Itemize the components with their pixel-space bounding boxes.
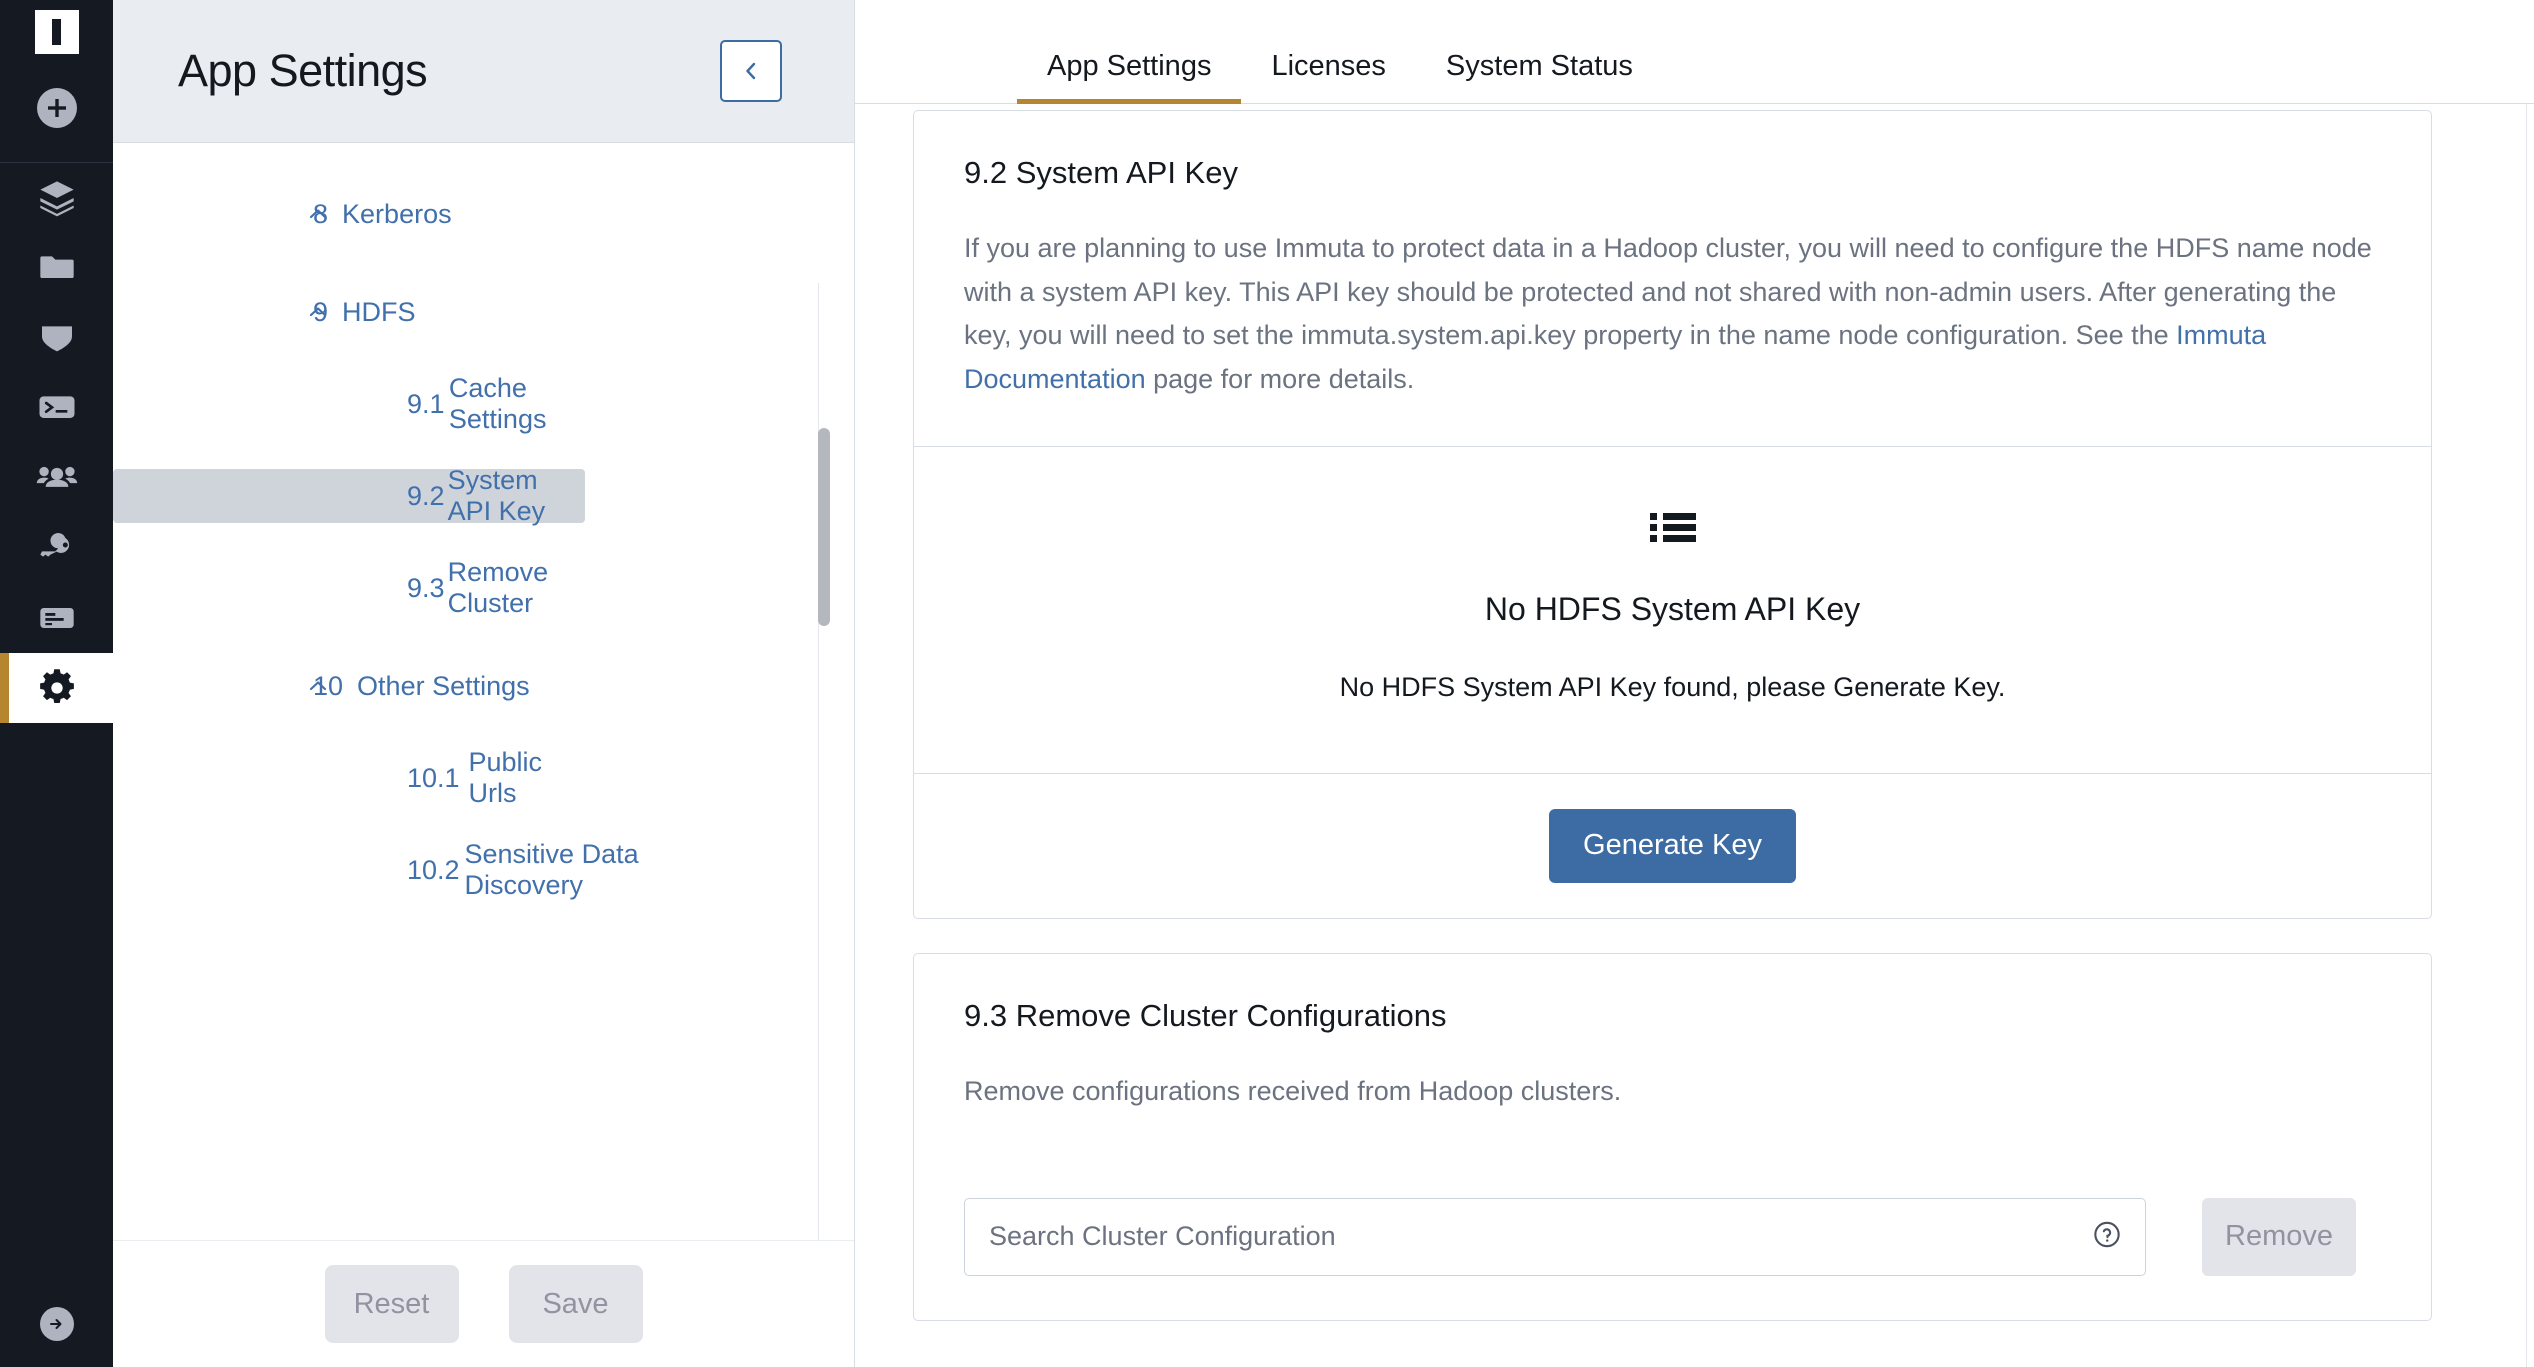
tree-item-label: Kerberos bbox=[342, 198, 452, 229]
settings-panel-header: App Settings bbox=[113, 0, 854, 143]
key-icon bbox=[39, 533, 69, 557]
list-icon bbox=[964, 511, 2381, 545]
tree-item-number: 9.1 bbox=[407, 388, 445, 419]
empty-state-title: No HDFS System API Key bbox=[1484, 590, 1861, 627]
system-api-key-intro: 9.2 System API Key If you are planning t… bbox=[914, 111, 2431, 446]
api-key-empty-state: No HDFS System API Key No HDFS System AP… bbox=[914, 445, 2431, 773]
tree-item-label: Cache Settings bbox=[448, 373, 547, 434]
sidebar-item-query-engine[interactable] bbox=[0, 373, 113, 443]
app-logo-mark bbox=[52, 19, 61, 45]
settings-tree-scrollbar-track[interactable] bbox=[818, 283, 830, 1240]
tree-item-label: Other Settings bbox=[357, 670, 530, 701]
tree-item-hdfs[interactable]: 9 HDFS bbox=[113, 285, 585, 339]
remove-cluster-intro: 9.3 Remove Cluster Configurations Remove… bbox=[914, 954, 2431, 1158]
section-description-9-2: If you are planning to use Immuta to pro… bbox=[964, 227, 2381, 402]
tree-item-kerberos[interactable]: 8 Kerberos bbox=[113, 187, 585, 241]
tree-item-public-urls[interactable]: 10.1 Public Urls bbox=[113, 747, 585, 808]
page-title: App Settings bbox=[178, 45, 428, 96]
settings-tree-scrollbar-thumb[interactable] bbox=[818, 428, 830, 626]
tree-item-label: Remove Cluster bbox=[447, 557, 549, 618]
chevron-up-icon[interactable] bbox=[305, 299, 331, 325]
folder-icon bbox=[39, 256, 74, 278]
tree-item-system-api-key[interactable]: 9.2 System API Key bbox=[113, 465, 585, 526]
settings-tree: 8 Kerberos 9 HDFS 9.1 Cache Settings 9.2… bbox=[113, 143, 854, 1240]
tree-item-label: HDFS bbox=[342, 296, 416, 327]
list-icon-glyph bbox=[1649, 512, 1696, 542]
tree-group-other-settings: 10 Other Settings bbox=[113, 659, 854, 713]
remove-cluster-card: 9.3 Remove Cluster Configurations Remove… bbox=[913, 952, 2432, 1321]
tree-group-hdfs: 9 HDFS bbox=[113, 285, 854, 339]
chevron-left-icon bbox=[746, 62, 756, 80]
empty-state-subtitle: No HDFS System API Key found, please Gen… bbox=[1339, 671, 2006, 702]
main-content: App Settings Licenses System Status 9.2 … bbox=[855, 0, 2534, 1367]
sidebar-item-credentials[interactable] bbox=[0, 513, 113, 583]
sidebar-item-app-settings[interactable] bbox=[0, 653, 113, 723]
section-heading-9-3: 9.3 Remove Cluster Configurations bbox=[964, 997, 1447, 1033]
remove-cluster-button[interactable]: Remove bbox=[2202, 1197, 2356, 1276]
description-text-before-link: If you are planning to use Immuta to pro… bbox=[964, 233, 2372, 351]
tree-item-number: 9.2 bbox=[407, 480, 445, 511]
gear-icon bbox=[39, 669, 74, 704]
help-circle-icon[interactable] bbox=[2093, 1220, 2121, 1253]
sidebar-item-data-sources[interactable] bbox=[0, 163, 113, 233]
sidebar-item-policies[interactable] bbox=[0, 303, 113, 373]
tree-item-sensitive-data-discovery[interactable]: 10.2 Sensitive Data Discovery bbox=[113, 839, 713, 900]
tree-item-label: Sensitive Data Discovery bbox=[464, 839, 639, 900]
chevron-up-icon[interactable] bbox=[305, 673, 331, 699]
app-root: App Settings 8 Kerberos 9 HDFS 9.1 Cache… bbox=[0, 0, 2534, 1367]
rail-bottom-actions bbox=[0, 1307, 113, 1341]
tree-item-other-settings[interactable]: 10 Other Settings bbox=[113, 659, 585, 713]
collapse-panel-button[interactable] bbox=[720, 40, 782, 102]
generate-key-button[interactable]: Generate Key bbox=[1549, 808, 1796, 883]
tree-item-number: 10.2 bbox=[407, 854, 460, 885]
tab-app-settings[interactable]: App Settings bbox=[1017, 52, 1242, 104]
plus-icon bbox=[47, 99, 66, 117]
help-circle-glyph bbox=[2094, 1221, 2120, 1247]
system-api-key-card: 9.2 System API Key If you are planning t… bbox=[913, 110, 2432, 919]
search-input-placeholder: Search Cluster Configuration bbox=[989, 1221, 1336, 1252]
primary-nav-rail bbox=[0, 0, 113, 1367]
arrow-right-icon bbox=[49, 1319, 61, 1329]
section-description-9-3: Remove configurations received from Hado… bbox=[964, 1075, 1622, 1106]
description-text-after-link: page for more details. bbox=[1145, 364, 1415, 395]
people-icon bbox=[36, 466, 77, 487]
tree-item-cache-settings[interactable]: 9.1 Cache Settings bbox=[113, 373, 585, 434]
tree-item-number: 9.3 bbox=[407, 572, 445, 603]
settings-panel-footer: Reset Save bbox=[113, 1240, 854, 1367]
section-heading-9-2: 9.2 System API Key bbox=[964, 155, 1238, 190]
settings-nav-panel: App Settings 8 Kerberos 9 HDFS 9.1 Cache… bbox=[113, 0, 855, 1367]
rail-item-list bbox=[0, 163, 113, 723]
save-button[interactable]: Save bbox=[508, 1265, 643, 1343]
audit-icon bbox=[39, 608, 74, 628]
tree-group-kerberos: 8 Kerberos bbox=[113, 187, 854, 241]
app-logo[interactable] bbox=[34, 10, 79, 54]
chevron-up-icon[interactable] bbox=[305, 201, 331, 227]
tab-system-status[interactable]: System Status bbox=[1416, 52, 1663, 103]
terminal-icon bbox=[39, 396, 74, 418]
shield-icon bbox=[41, 326, 72, 352]
tree-item-label: System API Key bbox=[447, 465, 546, 526]
top-tabs: App Settings Licenses System Status bbox=[855, 0, 2534, 104]
search-cluster-configuration-input[interactable]: Search Cluster Configuration bbox=[964, 1197, 2146, 1276]
tab-licenses[interactable]: Licenses bbox=[1241, 52, 1415, 103]
remove-cluster-search-row: Search Cluster Configuration Remove bbox=[914, 1158, 2431, 1320]
api-key-card-footer: Generate Key bbox=[914, 772, 2431, 918]
sidebar-item-audit[interactable] bbox=[0, 583, 113, 653]
sidebar-item-people[interactable] bbox=[0, 443, 113, 513]
layers-icon bbox=[39, 181, 74, 217]
sidebar-item-projects[interactable] bbox=[0, 233, 113, 303]
tree-item-label: Public Urls bbox=[468, 747, 543, 808]
tree-item-remove-cluster[interactable]: 9.3 Remove Cluster bbox=[113, 557, 585, 618]
content-scrollbar-track[interactable] bbox=[2526, 104, 2527, 1367]
content-scroll-area[interactable]: 9.2 System API Key If you are planning t… bbox=[855, 104, 2534, 1367]
logout-icon[interactable] bbox=[39, 1307, 74, 1341]
tree-item-number: 10.1 bbox=[407, 762, 460, 793]
add-circle-icon[interactable] bbox=[36, 88, 77, 128]
reset-button[interactable]: Reset bbox=[324, 1265, 459, 1343]
